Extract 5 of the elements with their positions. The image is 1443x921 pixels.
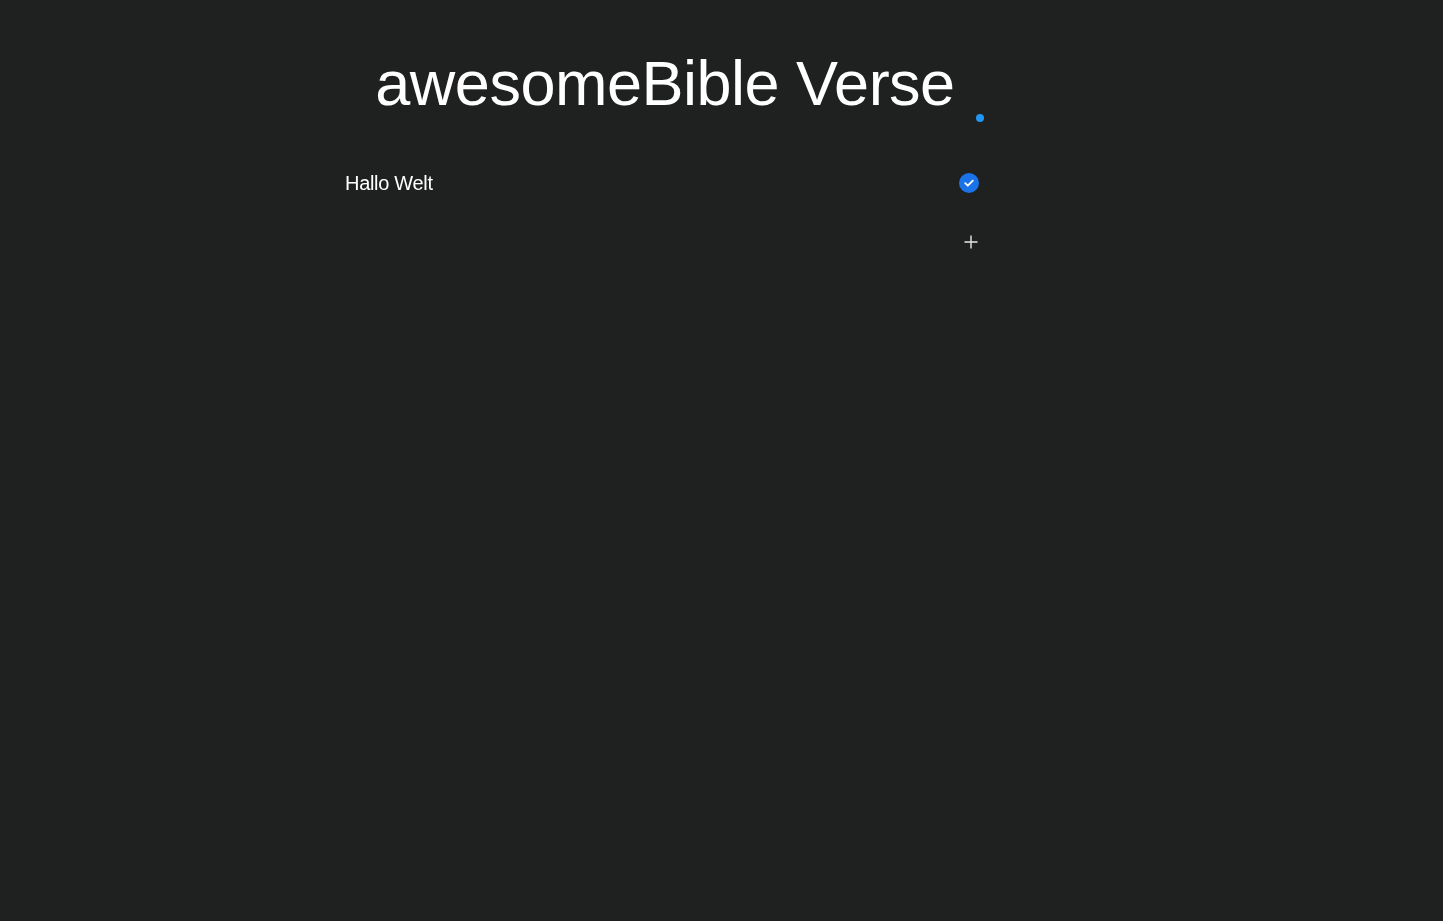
todo-text: Hallo Welt (345, 171, 433, 195)
plus-icon (964, 235, 978, 249)
status-dot-icon (976, 114, 984, 122)
page-title: awesomeBible Verse (375, 47, 955, 120)
checked-circle-icon[interactable] (959, 173, 979, 193)
